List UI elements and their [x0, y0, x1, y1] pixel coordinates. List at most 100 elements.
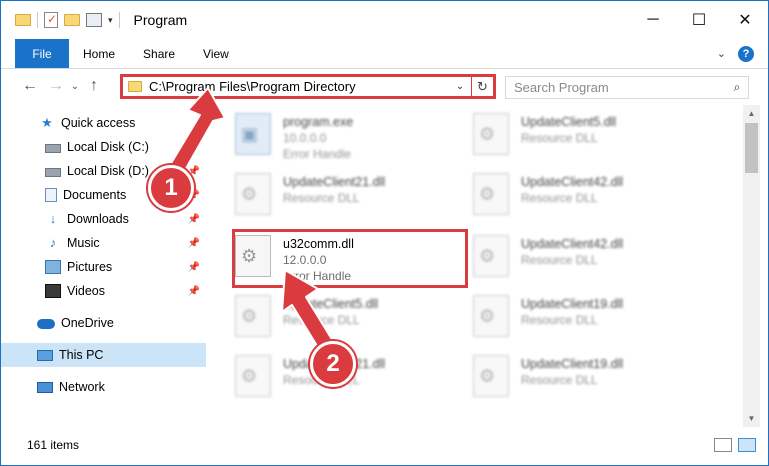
- file-description: Error Handle: [283, 147, 352, 161]
- file-text: UpdateClient19.dll Resource DLL: [521, 297, 623, 345]
- folder-icon: [128, 81, 142, 92]
- sidebar-item-label: Local Disk (C:): [67, 140, 149, 154]
- divider: [37, 12, 38, 28]
- file-description: Resource DLL: [521, 373, 598, 387]
- tab-file[interactable]: File: [15, 39, 69, 68]
- pictures-icon: [45, 260, 61, 274]
- pin-icon: 📌: [187, 261, 200, 273]
- recent-locations-icon[interactable]: ⌄: [69, 81, 81, 92]
- dll-file-icon: [235, 355, 271, 397]
- file-item[interactable]: UpdateClient19.dll Resource DLL: [451, 349, 681, 405]
- file-item[interactable]: UpdateClient5.dll Resource DLL: [451, 107, 681, 163]
- tab-home[interactable]: Home: [69, 39, 129, 68]
- pin-icon: 📌: [187, 237, 200, 249]
- sidebar-item-label: Downloads: [67, 212, 129, 226]
- file-description: Resource DLL: [283, 313, 360, 327]
- file-name: UpdateClient19.dll: [521, 357, 624, 371]
- file-item[interactable]: program.exe 10.0.0.0 Error Handle: [213, 107, 443, 163]
- new-folder-icon[interactable]: [64, 14, 80, 26]
- music-icon: ♪: [49, 235, 57, 250]
- properties-check-icon[interactable]: [44, 12, 58, 28]
- file-item[interactable]: UpdateClient21.dll Resource DLL: [213, 167, 443, 223]
- refresh-icon[interactable]: ↻: [471, 77, 493, 96]
- file-text: UpdateClient42.dll Resource DLL: [521, 237, 623, 285]
- file-name: UpdateClient42.dll: [521, 175, 624, 189]
- help-icon[interactable]: ?: [738, 45, 754, 62]
- downloads-icon: ↓: [49, 211, 57, 226]
- file-name: UpdateClient21.dll: [283, 175, 386, 189]
- sidebar-item-this-pc[interactable]: This PC: [1, 343, 206, 367]
- divider: [118, 12, 120, 28]
- file-item[interactable]: UpdateClient42.dll Resource DLL: [451, 229, 681, 285]
- this-pc-icon: [37, 349, 53, 361]
- customize-toolbar-icon[interactable]: [86, 13, 102, 27]
- file-text: UpdateClient42.dll Resource DLL: [521, 175, 623, 223]
- toolbar-dropdown-icon[interactable]: ▾: [108, 15, 113, 26]
- sidebar-item-onedrive[interactable]: OneDrive: [1, 311, 206, 335]
- maximize-button[interactable]: ☐: [676, 1, 722, 39]
- forward-arrow-icon[interactable]: →: [43, 77, 69, 95]
- quick-access-star-icon: ★: [41, 115, 53, 130]
- file-text: UpdateClient5.dll Resource DLL: [283, 297, 378, 345]
- tab-share[interactable]: Share: [129, 39, 189, 68]
- navigation-pane: ★ Quick access Local Disk (C:) 📌 Local D…: [1, 105, 208, 427]
- address-dropdown-icon[interactable]: ⌄: [449, 81, 471, 92]
- file-text: UpdateClient21.dll Resource DLL: [283, 175, 385, 223]
- expand-ribbon-icon[interactable]: ⌄: [717, 47, 726, 60]
- navigation-bar: ← → ⌄ ↑ C:\Program Files\Program Directo…: [1, 69, 768, 103]
- dll-file-icon: [235, 173, 271, 215]
- scroll-down-icon[interactable]: ▼: [743, 410, 760, 427]
- file-item[interactable]: UpdateClient42.dll Resource DLL: [451, 167, 681, 223]
- file-item[interactable]: UpdateClient5.dll Resource DLL: [213, 289, 443, 345]
- minimize-button[interactable]: ─: [630, 1, 676, 39]
- search-icon[interactable]: ⌕: [726, 80, 748, 95]
- ribbon-tabs: File Home Share View ⌄ ?: [1, 39, 768, 69]
- file-item[interactable]: UpdateClient19.dll Resource DLL: [451, 289, 681, 345]
- documents-icon: [45, 188, 57, 202]
- search-box[interactable]: ⌕: [505, 76, 749, 99]
- sidebar-item-music[interactable]: ♪ Music 📌: [1, 231, 206, 255]
- dll-file-icon: [473, 295, 509, 337]
- file-text: UpdateClient5.dll Resource DLL: [521, 115, 616, 163]
- dll-file-icon: [473, 355, 509, 397]
- network-icon: [37, 381, 53, 393]
- sidebar-item-videos[interactable]: Videos 📌: [1, 279, 206, 303]
- quick-access-toolbar: ▾: [15, 12, 120, 28]
- pin-icon: 📌: [187, 141, 200, 153]
- pin-icon: 📌: [187, 285, 200, 297]
- highlight-u32comm: [232, 229, 468, 288]
- sidebar-item-label: This PC: [59, 348, 104, 362]
- sidebar-item-label: Videos: [67, 284, 105, 298]
- exe-file-icon: [235, 113, 271, 155]
- status-bar: 161 items: [1, 433, 768, 457]
- scrollbar-thumb[interactable]: [745, 123, 758, 173]
- pin-icon: 📌: [187, 213, 200, 225]
- folder-icon: [15, 14, 31, 26]
- close-button[interactable]: ✕: [722, 1, 768, 39]
- address-bar[interactable]: C:\Program Files\Program Directory ⌄ ↻: [120, 74, 496, 99]
- up-arrow-icon[interactable]: ↑: [81, 77, 107, 95]
- file-name: UpdateClient19.dll: [521, 297, 624, 311]
- file-description: Resource DLL: [521, 253, 598, 267]
- drive-icon: [45, 144, 61, 153]
- sidebar-item-local-disk-c[interactable]: Local Disk (C:) 📌: [1, 135, 206, 159]
- title-bar: ▾ Program ─ ☐ ✕: [1, 1, 768, 39]
- file-name: program.exe: [283, 115, 354, 129]
- vertical-scrollbar[interactable]: ▲ ▼: [743, 105, 760, 427]
- sidebar-item-quick-access[interactable]: ★ Quick access: [1, 111, 206, 135]
- address-path[interactable]: C:\Program Files\Program Directory: [149, 79, 449, 94]
- large-icons-view-icon[interactable]: [738, 438, 756, 452]
- step-1-badge: 1: [148, 165, 194, 211]
- sidebar-item-network[interactable]: Network: [1, 375, 206, 399]
- details-view-icon[interactable]: [714, 438, 732, 452]
- item-count: 161 items: [27, 438, 80, 452]
- sidebar-item-pictures[interactable]: Pictures 📌: [1, 255, 206, 279]
- back-arrow-icon[interactable]: ←: [17, 77, 43, 95]
- file-description: Resource DLL: [283, 191, 360, 205]
- scroll-up-icon[interactable]: ▲: [743, 105, 760, 122]
- file-name: UpdateClient5.dll: [283, 297, 379, 311]
- file-text: program.exe 10.0.0.0 Error Handle: [283, 115, 353, 163]
- dll-file-icon: [473, 173, 509, 215]
- search-input[interactable]: [514, 80, 726, 95]
- tab-view[interactable]: View: [189, 39, 243, 68]
